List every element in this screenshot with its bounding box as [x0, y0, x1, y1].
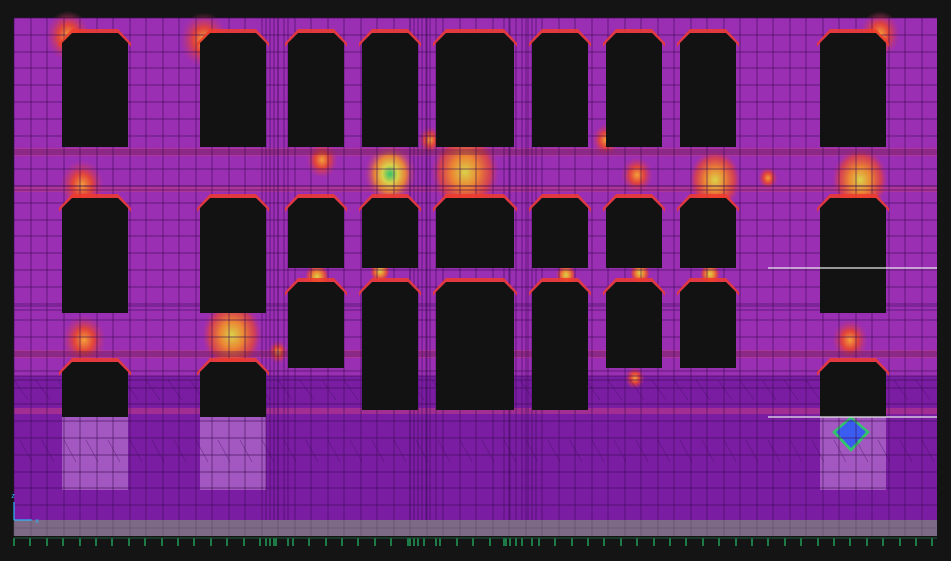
opening-row4[interactable]: [820, 362, 886, 417]
x-axis-label: x: [35, 517, 39, 525]
opening-row1[interactable]: [362, 33, 418, 147]
stress-hotspot: [62, 314, 106, 366]
opening-row3[interactable]: [436, 282, 514, 410]
opening-row3[interactable]: [288, 282, 344, 368]
opening-row4[interactable]: [62, 362, 128, 417]
opening-row2-short[interactable]: [288, 198, 344, 268]
fem-wall-stress-map[interactable]: z x: [0, 0, 951, 561]
stress-hotspot: [832, 319, 868, 361]
opening-row3[interactable]: [606, 282, 662, 368]
stress-hotspot: [621, 156, 653, 194]
opening-row1[interactable]: [680, 33, 736, 147]
opening-row1[interactable]: [532, 33, 588, 147]
pier-lower-panel: [200, 417, 266, 490]
stress-hotspot: [625, 366, 645, 390]
pier-lower-panel: [62, 417, 128, 490]
opening-row1[interactable]: [200, 33, 266, 147]
opening-row3[interactable]: [532, 282, 588, 410]
support-constraints: [13, 538, 933, 546]
opening-row1[interactable]: [288, 33, 344, 147]
z-axis-label: z: [11, 492, 15, 500]
opening-row2-short[interactable]: [606, 198, 662, 268]
opening-row1[interactable]: [62, 33, 128, 147]
opening-row2-short[interactable]: [362, 198, 418, 268]
opening-row2-short[interactable]: [680, 198, 736, 268]
opening-row2-tall[interactable]: [820, 198, 886, 313]
opening-row1[interactable]: [436, 33, 514, 147]
opening-row1[interactable]: [606, 33, 662, 147]
opening-row2-tall[interactable]: [62, 198, 128, 313]
model-viewport[interactable]: z x: [0, 0, 951, 561]
opening-row4[interactable]: [200, 362, 266, 417]
opening-row2-tall[interactable]: [200, 198, 266, 313]
opening-row3[interactable]: [362, 282, 418, 410]
opening-row1[interactable]: [820, 33, 886, 147]
opening-row3[interactable]: [680, 282, 736, 368]
opening-row2-short[interactable]: [532, 198, 588, 268]
opening-row2-short[interactable]: [436, 198, 514, 268]
